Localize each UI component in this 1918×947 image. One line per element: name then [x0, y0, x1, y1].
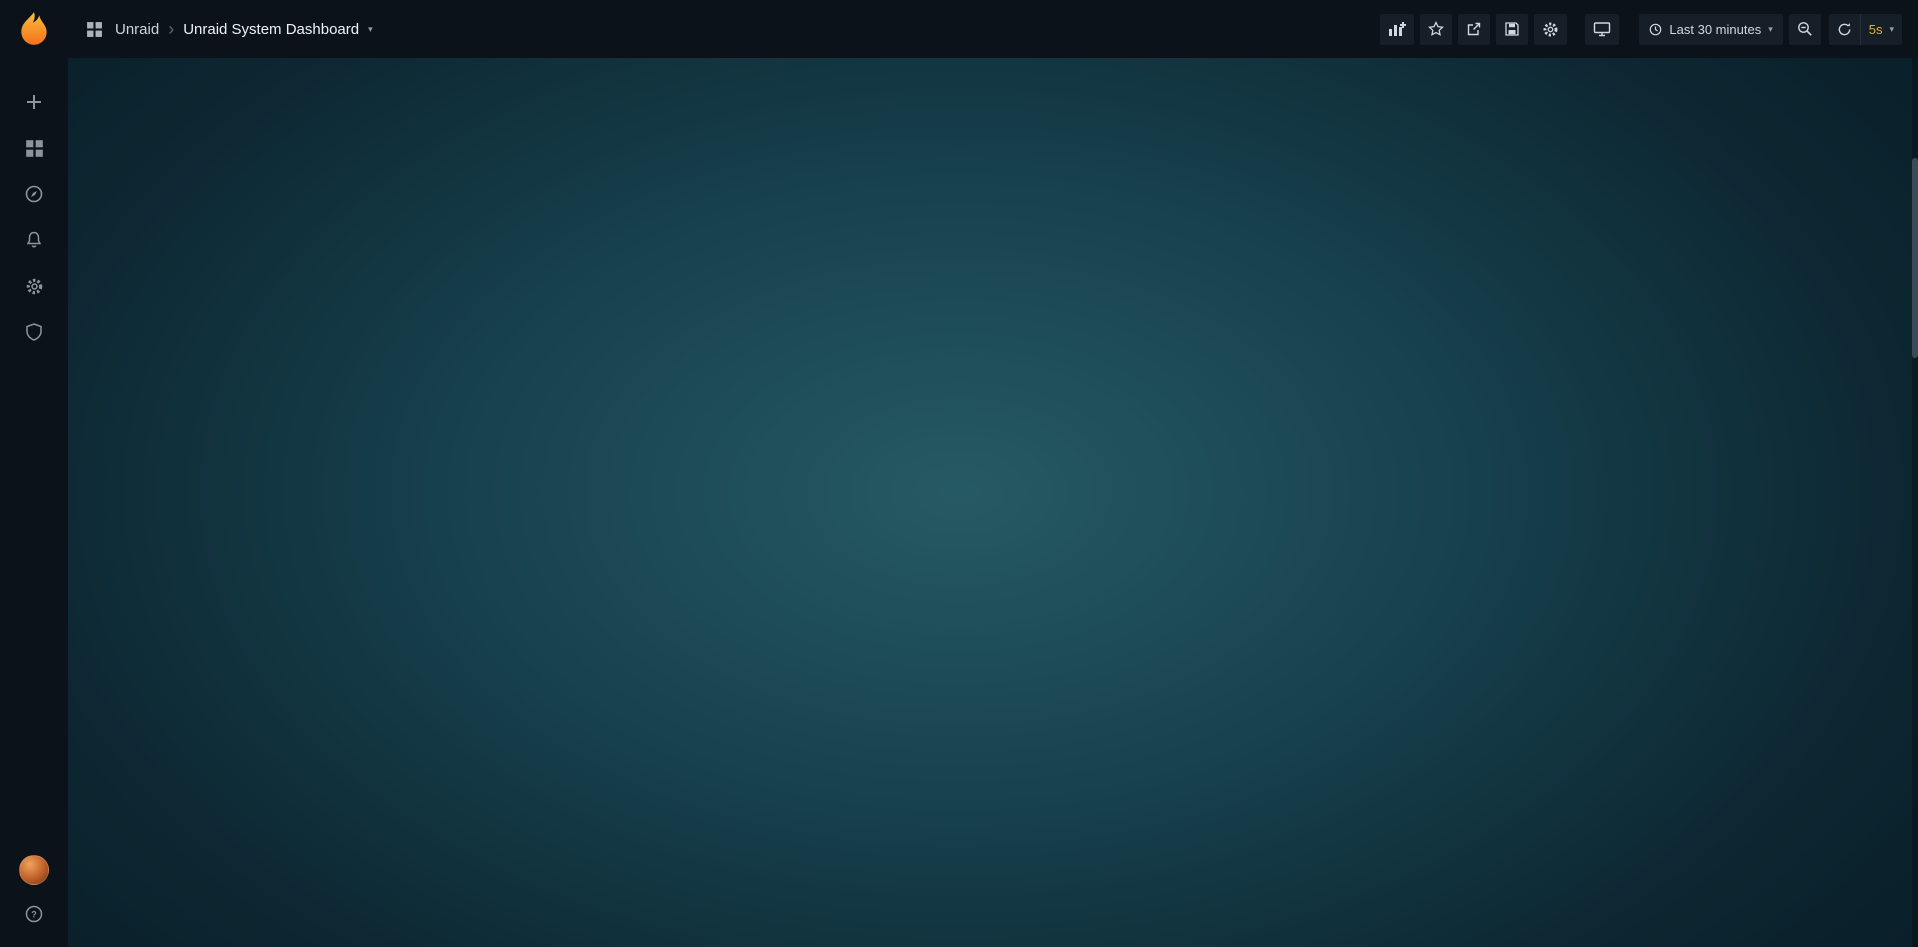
- clock-icon: [1649, 23, 1662, 36]
- breadcrumb-app[interactable]: Unraid: [115, 21, 159, 38]
- sidebar-item-alerting[interactable]: [11, 217, 57, 263]
- sidebar-item-explore[interactable]: [11, 171, 57, 217]
- share-button[interactable]: [1458, 14, 1490, 45]
- help-icon: ?: [24, 904, 44, 924]
- add-panel-button[interactable]: [1380, 14, 1414, 45]
- chevron-down-icon[interactable]: ▾: [368, 24, 373, 35]
- sidebar-bottom: ?: [11, 855, 57, 939]
- star-button[interactable]: [1420, 14, 1452, 45]
- shield-icon: [24, 322, 44, 342]
- plus-icon: [24, 92, 44, 112]
- refresh-icon: [1837, 22, 1852, 37]
- breadcrumb: Unraid › Unraid System Dashboard ▾: [115, 20, 373, 38]
- chevron-down-icon: ▾: [1889, 24, 1894, 35]
- refresh-picker: 5s ▾: [1829, 14, 1902, 45]
- dashboards-icon[interactable]: [86, 21, 103, 38]
- refresh-interval-label: 5s: [1869, 22, 1883, 37]
- zoom-out-button[interactable]: [1789, 14, 1821, 45]
- grafana-flame-icon: [16, 10, 52, 48]
- navbar-right: Last 30 minutes ▾ 5s ▾: [1380, 14, 1902, 45]
- sidebar-item-create[interactable]: [11, 79, 57, 125]
- save-button[interactable]: [1496, 14, 1528, 45]
- breadcrumb-dashboard[interactable]: Unraid System Dashboard: [183, 21, 359, 38]
- dashboard: kWh Price 0.65▾ Currency kr▾ UPS Max Out…: [68, 58, 93, 72]
- time-picker-button[interactable]: Last 30 minutes ▾: [1639, 14, 1782, 45]
- sidebar-item-dashboards[interactable]: [11, 125, 57, 171]
- navbar-left: Unraid › Unraid System Dashboard ▾: [86, 20, 373, 38]
- sidebar-item-configuration[interactable]: [11, 263, 57, 309]
- grafana-logo[interactable]: [16, 10, 52, 53]
- time-range-label: Last 30 minutes: [1669, 22, 1761, 37]
- sidebar-item-help[interactable]: ?: [11, 897, 57, 931]
- add-panel-icon: [1388, 21, 1406, 37]
- gear-icon: [25, 277, 44, 296]
- share-icon: [1466, 21, 1482, 37]
- scrollbar-thumb[interactable]: [1912, 158, 1918, 358]
- chevron-right-icon: ›: [168, 20, 174, 38]
- sidebar-item-server-admin[interactable]: [11, 309, 57, 355]
- save-icon: [1504, 21, 1520, 37]
- svg-text:?: ?: [31, 910, 37, 920]
- chevron-down-icon: ▾: [1768, 24, 1773, 35]
- grid-icon: [25, 139, 44, 158]
- refresh-button[interactable]: [1829, 14, 1861, 45]
- compass-icon: [24, 184, 44, 204]
- bell-icon: [24, 230, 44, 250]
- zoom-out-icon: [1797, 21, 1813, 37]
- refresh-interval-button[interactable]: 5s ▾: [1861, 14, 1902, 45]
- sidebar: ?: [0, 0, 68, 947]
- monitor-icon: [1593, 21, 1611, 37]
- gear-icon: [1542, 21, 1559, 38]
- grafana-app: ? Unraid › Unraid System Dashboard ▾: [0, 0, 1918, 947]
- star-icon: [1428, 21, 1444, 37]
- user-avatar[interactable]: [19, 855, 49, 885]
- main-area: Unraid › Unraid System Dashboard ▾: [68, 0, 1918, 947]
- settings-button[interactable]: [1534, 14, 1567, 45]
- navbar: Unraid › Unraid System Dashboard ▾: [68, 0, 1918, 58]
- tv-mode-button[interactable]: [1585, 14, 1619, 45]
- page-scrollbar: [1912, 58, 1918, 947]
- sidebar-menu: [11, 79, 57, 355]
